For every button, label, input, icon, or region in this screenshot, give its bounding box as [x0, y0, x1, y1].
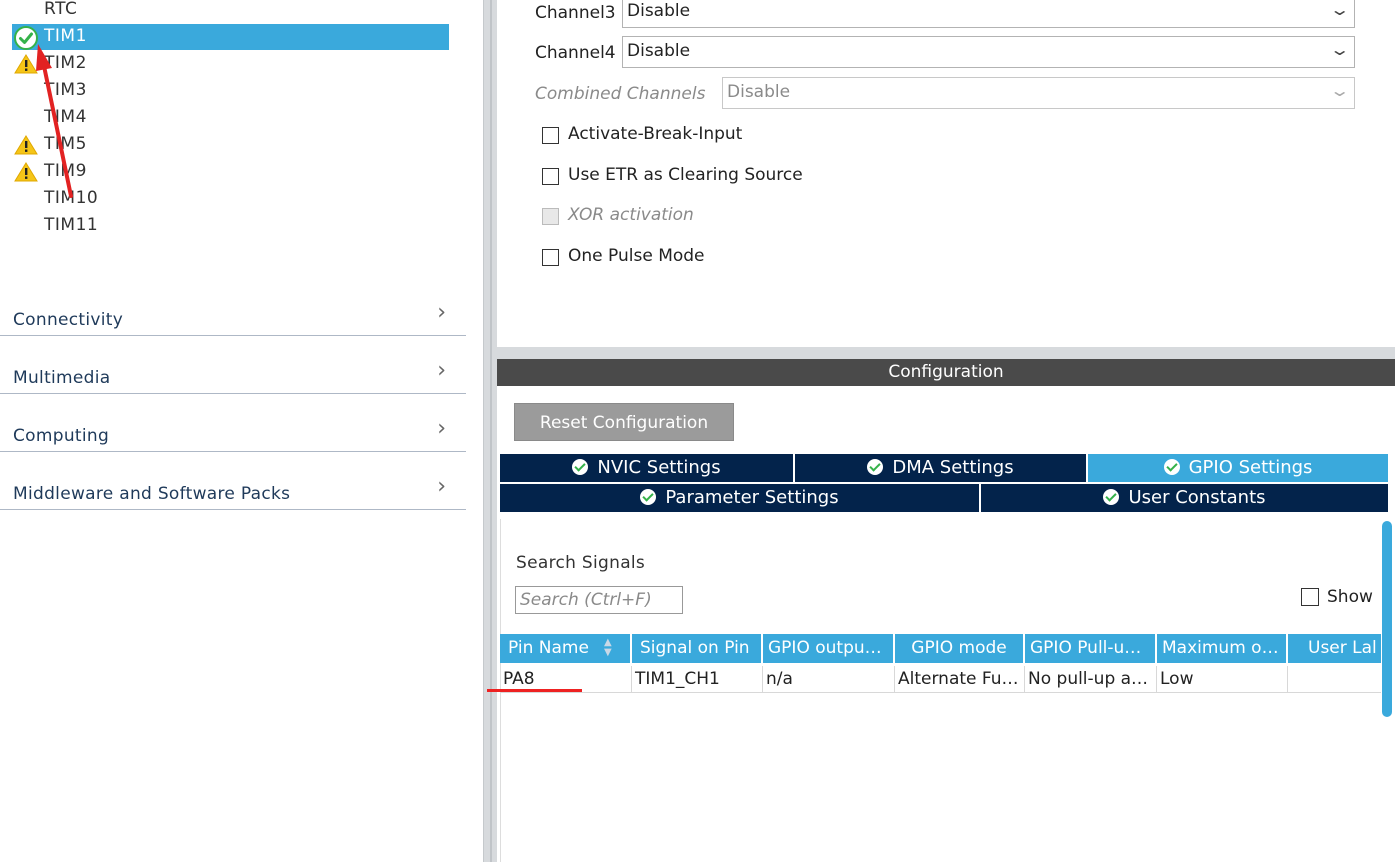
combined-channels-select: Disable ⌄	[722, 77, 1355, 109]
tab-label: Parameter Settings	[665, 487, 839, 508]
tree-item-tim11[interactable]: TIM11	[12, 213, 449, 239]
header-label: GPIO mode	[911, 638, 1007, 658]
category-multimedia[interactable]: Multimedia ›	[0, 336, 466, 394]
checkbox-box	[542, 208, 559, 225]
category-label: Middleware and Software Packs	[13, 484, 291, 504]
check-circle-icon	[572, 459, 589, 475]
channel4-value: Disable	[627, 41, 691, 61]
horizontal-splitter[interactable]	[497, 347, 1395, 359]
chevron-right-icon: ›	[437, 300, 446, 325]
chevron-right-icon: ›	[437, 474, 446, 499]
checkbox-label: One Pulse Mode	[568, 246, 705, 266]
channel3-select[interactable]: Disable ⌄	[622, 0, 1355, 28]
category-label: Computing	[13, 426, 110, 446]
column-header-signal[interactable]: Signal on Pin	[632, 634, 763, 663]
tab-label: NVIC Settings	[597, 457, 721, 478]
tab-label: DMA Settings	[892, 457, 1014, 478]
cell-gpio-pull[interactable]: No pull-up a…	[1025, 666, 1157, 692]
row-divider	[500, 692, 1382, 693]
vertical-scrollbar[interactable]	[1381, 519, 1395, 862]
header-label: GPIO outpu…	[768, 638, 882, 658]
sort-icon: ▲ ▼	[604, 637, 612, 658]
checkbox-label: Activate-Break-Input	[568, 124, 743, 144]
chevron-down-icon: ⌄	[1328, 0, 1351, 19]
chevron-right-icon: ›	[437, 416, 446, 441]
check-circle-icon	[1103, 489, 1120, 505]
category-computing[interactable]: Computing ›	[0, 394, 466, 452]
check-circle-icon	[867, 459, 884, 475]
gpio-table: Pin Name ▲ ▼ Signal on Pin GPIO outpu… GP…	[500, 634, 1382, 694]
tab-gpio-settings[interactable]: GPIO Settings	[1088, 454, 1388, 482]
column-header-gpio-output[interactable]: GPIO outpu…	[763, 634, 895, 663]
search-signals-title: Search Signals	[516, 553, 646, 573]
chevron-right-icon: ›	[437, 358, 446, 383]
cell-gpio-mode[interactable]: Alternate Fu…	[895, 666, 1025, 692]
tab-dma-settings[interactable]: DMA Settings	[795, 454, 1088, 482]
tab-parameter-settings[interactable]: Parameter Settings	[500, 484, 981, 512]
column-header-max-output[interactable]: Maximum o…	[1157, 634, 1288, 663]
combined-channels-value: Disable	[727, 82, 791, 102]
channel4-label: Channel4	[535, 43, 616, 63]
header-label: User Lal	[1308, 638, 1377, 658]
vertical-splitter[interactable]	[483, 0, 497, 862]
annotation-underline	[487, 689, 582, 692]
category-label: Connectivity	[13, 310, 124, 330]
scrollbar-thumb[interactable]	[1382, 521, 1392, 717]
header-label: Signal on Pin	[640, 638, 750, 658]
cell-signal[interactable]: TIM1_CH1	[632, 666, 763, 692]
reset-configuration-button[interactable]: Reset Configuration	[514, 403, 734, 441]
left-panel: RTC TIM1 TIM2 TIM3 TIM4 TIM5 TIM10 TIM11…	[0, 0, 483, 862]
mode-panel: Channel3 Disable ⌄ Channel4 Disable ⌄ Co…	[497, 0, 1395, 347]
category-middleware[interactable]: Middleware and Software Packs ›	[0, 452, 466, 510]
category-label: Multimedia	[13, 368, 111, 388]
checkbox-label: XOR activation	[568, 205, 694, 225]
configuration-header: Configuration	[497, 359, 1395, 386]
check-circle-icon	[640, 489, 657, 505]
combined-channels-label: Combined Channels	[535, 84, 706, 104]
channel4-select[interactable]: Disable ⌄	[622, 36, 1355, 68]
cell-gpio-output[interactable]: n/a	[763, 666, 895, 692]
check-circle-icon	[1163, 459, 1180, 475]
tab-user-constants[interactable]: User Constants	[981, 484, 1388, 512]
checkbox-box[interactable]	[542, 249, 559, 266]
column-header-gpio-mode[interactable]: GPIO mode	[895, 634, 1025, 663]
annotation-arrow	[36, 44, 73, 198]
tree-item-label: TIM11	[44, 215, 99, 235]
column-header-pin-name[interactable]: Pin Name ▲ ▼	[500, 634, 632, 663]
channel3-label: Channel3	[535, 3, 616, 23]
chevron-down-icon: ⌄	[1328, 40, 1351, 59]
tab-label: GPIO Settings	[1188, 457, 1313, 478]
channel3-value: Disable	[627, 1, 691, 21]
category-connectivity[interactable]: Connectivity ›	[0, 278, 466, 336]
column-header-user-label[interactable]: User Lal	[1288, 634, 1382, 663]
cell-max-output[interactable]: Low	[1157, 666, 1288, 692]
column-header-gpio-pull[interactable]: GPIO Pull-u…	[1025, 634, 1157, 663]
checkbox-label: Use ETR as Clearing Source	[568, 165, 803, 185]
show-label: Show	[1327, 587, 1373, 607]
checkbox-box[interactable]	[542, 127, 559, 144]
header-label: Pin Name	[508, 638, 589, 658]
tab-nvic-settings[interactable]: NVIC Settings	[500, 454, 795, 482]
search-signals-input[interactable]	[515, 586, 683, 614]
chevron-down-icon: ⌄	[1328, 81, 1351, 100]
checkbox-box[interactable]	[1301, 588, 1319, 606]
header-label: GPIO Pull-u…	[1030, 638, 1142, 658]
cell-user-label[interactable]	[1288, 666, 1382, 692]
checkbox-box[interactable]	[542, 168, 559, 185]
header-label: Maximum o…	[1162, 638, 1279, 658]
tab-label: User Constants	[1128, 487, 1266, 508]
